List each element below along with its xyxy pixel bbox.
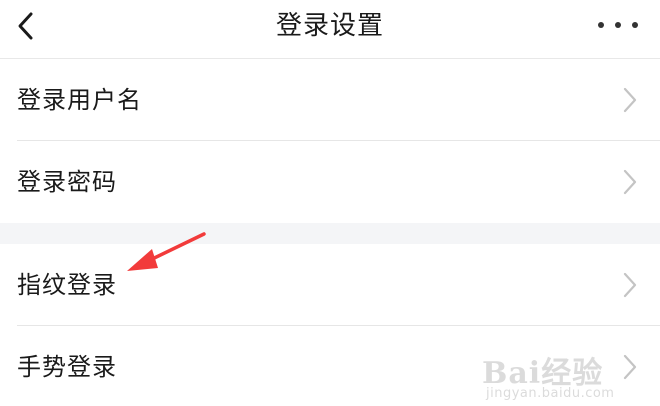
setting-row-password[interactable]: 登录密码 (0, 141, 660, 223)
settings-group-biometric: 指纹登录 手势登录 (0, 244, 660, 406)
setting-label: 指纹登录 (17, 271, 117, 299)
chevron-right-icon (623, 272, 637, 298)
more-button[interactable] (598, 10, 638, 40)
more-dot (632, 22, 638, 28)
setting-row-username[interactable]: 登录用户名 (0, 59, 660, 141)
setting-label: 登录用户名 (17, 86, 142, 114)
login-settings-page: 登录设置 登录用户名 登录密码 指纹登录 手势登录 Bai经验 jingyan.… (0, 0, 660, 406)
chevron-right-icon (623, 87, 637, 113)
chevron-right-icon (623, 169, 637, 195)
section-separator (0, 223, 660, 244)
nav-bar: 登录设置 (0, 0, 660, 59)
setting-label: 手势登录 (17, 353, 117, 381)
setting-label: 登录密码 (17, 168, 117, 196)
setting-row-fingerprint[interactable]: 指纹登录 (0, 244, 660, 326)
chevron-right-icon (623, 354, 637, 380)
more-dot (615, 22, 621, 28)
setting-row-gesture[interactable]: 手势登录 (0, 326, 660, 406)
page-title: 登录设置 (275, 11, 384, 41)
settings-group-account: 登录用户名 登录密码 (0, 59, 660, 223)
more-horizontal-icon (598, 22, 604, 28)
